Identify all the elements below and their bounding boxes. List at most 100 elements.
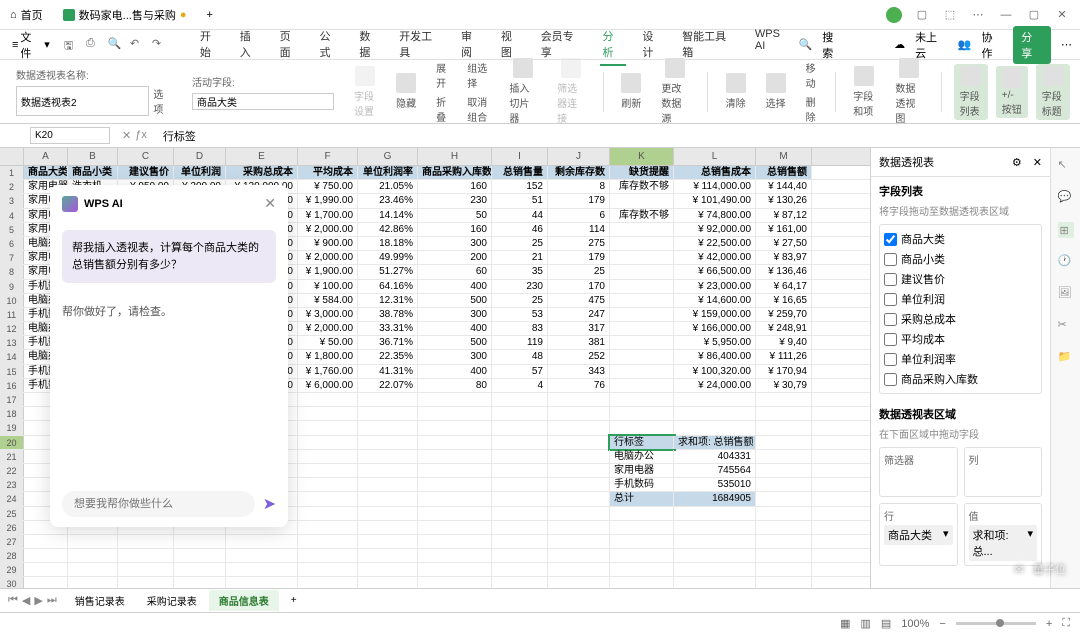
row-header[interactable]: 9 xyxy=(0,280,24,293)
cell[interactable] xyxy=(174,549,226,562)
cell[interactable]: ¥ 50.00 xyxy=(298,336,358,349)
cell[interactable]: 41.31% xyxy=(358,365,418,378)
cell[interactable]: ¥ 3,000.00 xyxy=(298,308,358,321)
cell[interactable]: ¥ 27,50 xyxy=(756,237,812,250)
cell[interactable] xyxy=(756,507,812,520)
tools-icon[interactable]: ✂ xyxy=(1058,318,1074,334)
cell[interactable] xyxy=(674,407,756,420)
cell[interactable] xyxy=(610,322,674,335)
cell[interactable] xyxy=(358,464,418,477)
insert-slicer-button[interactable]: 插入切片器 xyxy=(503,56,543,127)
cell[interactable] xyxy=(492,577,548,588)
cell[interactable]: ¥ 100,320.00 xyxy=(674,365,756,378)
cell[interactable]: ¥ 42,000.00 xyxy=(674,251,756,264)
cell[interactable] xyxy=(418,563,492,576)
fullscreen-icon[interactable]: ⛶ xyxy=(1062,617,1070,630)
cell[interactable]: 500 xyxy=(418,294,492,307)
column-header[interactable]: A xyxy=(24,148,68,165)
filter-connections-button[interactable]: 筛选器连接 xyxy=(551,56,591,127)
row-header[interactable]: 25 xyxy=(0,507,24,520)
cell[interactable] xyxy=(298,407,358,420)
cube-icon[interactable]: ⬚ xyxy=(942,7,958,23)
cell[interactable] xyxy=(492,407,548,420)
cell[interactable] xyxy=(610,535,674,548)
cell[interactable]: ¥ 1,990.00 xyxy=(298,194,358,207)
cell[interactable] xyxy=(358,563,418,576)
cell[interactable]: ¥ 24,000.00 xyxy=(674,379,756,392)
cell[interactable] xyxy=(298,577,358,588)
cell[interactable] xyxy=(610,194,674,207)
field-checkbox[interactable] xyxy=(884,273,897,286)
cell[interactable] xyxy=(24,577,68,588)
cell[interactable] xyxy=(610,507,674,520)
print-icon[interactable]: ⎙ xyxy=(86,37,102,53)
field-item[interactable]: 商品小类 xyxy=(884,249,1037,269)
column-header[interactable]: B xyxy=(68,148,118,165)
cell[interactable] xyxy=(174,577,226,588)
field-settings-button[interactable]: 字段设置 xyxy=(348,64,382,120)
cell[interactable] xyxy=(24,535,68,548)
cell[interactable]: 51.27% xyxy=(358,265,418,278)
row-header[interactable]: 26 xyxy=(0,521,24,534)
cell[interactable]: 21.05% xyxy=(358,180,418,193)
cell[interactable]: ¥ 2,000.00 xyxy=(298,223,358,236)
cell[interactable]: 商品大类 xyxy=(24,166,68,179)
cell[interactable] xyxy=(548,450,610,463)
cell[interactable] xyxy=(674,393,756,406)
cell[interactable]: ¥ 1,800.00 xyxy=(298,350,358,363)
row-header[interactable]: 22 xyxy=(0,464,24,477)
column-header[interactable]: K xyxy=(610,148,674,165)
cell[interactable] xyxy=(674,507,756,520)
cell[interactable]: 170 xyxy=(548,280,610,293)
cell[interactable] xyxy=(492,436,548,449)
hide-button[interactable]: 隐藏 xyxy=(390,71,422,112)
cell[interactable]: 49.99% xyxy=(358,251,418,264)
plus-minus-button[interactable]: +/- 按钮 xyxy=(996,66,1028,118)
menu-tab-WPS AI[interactable]: WPS AI xyxy=(753,24,795,66)
refresh-button[interactable]: 刷新 xyxy=(615,71,647,112)
cell[interactable]: 缺货提醒 xyxy=(610,166,674,179)
cell[interactable] xyxy=(358,577,418,588)
cell[interactable] xyxy=(756,450,812,463)
cell[interactable] xyxy=(418,492,492,505)
cell[interactable] xyxy=(418,535,492,548)
field-checkbox[interactable] xyxy=(884,333,897,346)
menu-tab-开始[interactable]: 开始 xyxy=(198,24,224,66)
cell[interactable]: 343 xyxy=(548,365,610,378)
cell[interactable]: ¥ 83,97 xyxy=(756,251,812,264)
select-button[interactable]: 选择 xyxy=(760,71,792,112)
cell[interactable] xyxy=(492,507,548,520)
column-header[interactable]: E xyxy=(226,148,298,165)
cell[interactable]: 商品小类 xyxy=(68,166,118,179)
cell[interactable] xyxy=(756,436,812,449)
row-area[interactable]: 行 商品大类▾ xyxy=(879,503,958,566)
cell[interactable] xyxy=(298,535,358,548)
cell[interactable]: ¥ 64,17 xyxy=(756,280,812,293)
cell[interactable]: 64.16% xyxy=(358,280,418,293)
cell[interactable] xyxy=(418,577,492,588)
cell[interactable]: 家用电器 xyxy=(610,464,674,477)
cell[interactable] xyxy=(418,421,492,434)
cell[interactable] xyxy=(756,478,812,491)
cell[interactable] xyxy=(492,393,548,406)
cell[interactable]: 500 xyxy=(418,336,492,349)
cell[interactable] xyxy=(548,507,610,520)
cell[interactable] xyxy=(548,436,610,449)
cell[interactable]: ¥ 114,000.00 xyxy=(674,180,756,193)
cell[interactable] xyxy=(418,393,492,406)
cell[interactable]: 48 xyxy=(492,350,548,363)
sync-status-icon[interactable] xyxy=(886,7,902,23)
cell[interactable]: 手机数码 xyxy=(610,478,674,491)
cell[interactable]: 50 xyxy=(418,209,492,222)
cell[interactable]: 404331 xyxy=(674,450,756,463)
cell[interactable] xyxy=(610,237,674,250)
sheet-tab[interactable]: 采购记录表 xyxy=(137,590,207,611)
cell[interactable]: ¥ 66,500.00 xyxy=(674,265,756,278)
row-header[interactable]: 15 xyxy=(0,365,24,378)
cell[interactable]: 总销售成本 xyxy=(674,166,756,179)
cell[interactable] xyxy=(548,464,610,477)
row-header[interactable]: 10 xyxy=(0,294,24,307)
cell[interactable]: 400 xyxy=(418,280,492,293)
value-area[interactable]: 值 求和项:总...▾ xyxy=(964,503,1043,566)
cell[interactable]: 51 xyxy=(492,194,548,207)
